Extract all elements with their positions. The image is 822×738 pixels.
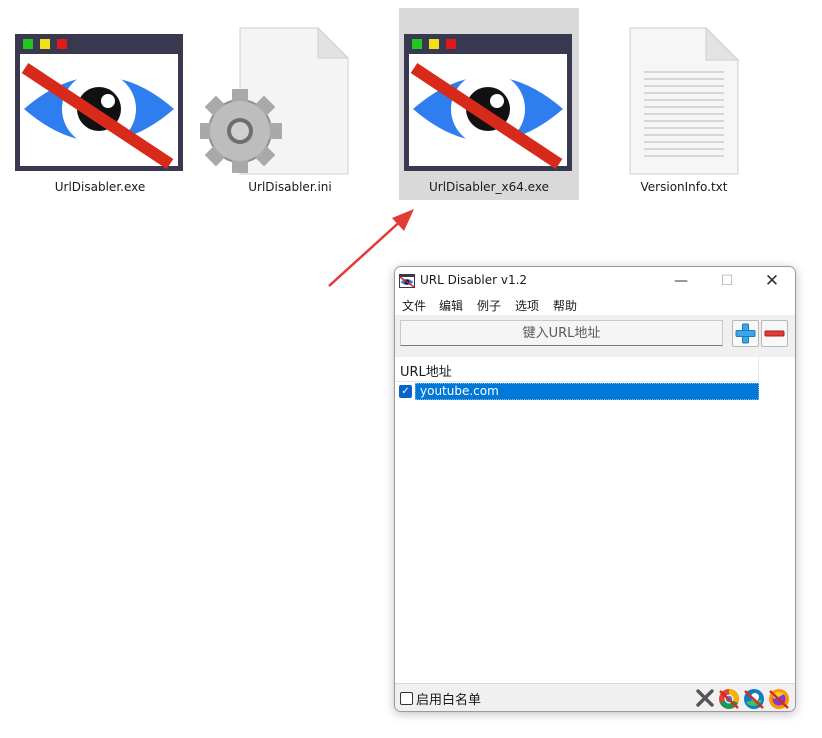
list-item[interactable]: ✓ youtube.com	[399, 383, 759, 400]
url-enabled-checkbox[interactable]: ✓	[399, 385, 412, 398]
whitelist-checkbox[interactable]	[400, 692, 413, 705]
column-header-url[interactable]: URL地址	[400, 361, 452, 380]
status-bar: 启用白名单	[395, 683, 795, 711]
menu-edit[interactable]: 编辑	[439, 297, 463, 314]
url-list[interactable]: URL地址 ✓ youtube.com	[395, 357, 795, 683]
url-input-row	[395, 317, 795, 357]
chrome-disabled-icon[interactable]	[718, 688, 740, 710]
close-button[interactable]: ✕	[749, 267, 795, 295]
url-input[interactable]	[400, 320, 723, 346]
remove-url-button[interactable]	[761, 320, 788, 347]
add-url-button[interactable]	[732, 320, 759, 347]
app-icon	[399, 274, 415, 288]
header-divider	[395, 381, 759, 382]
maximize-button[interactable]: ☐	[704, 267, 750, 295]
menu-examples[interactable]: 例子	[477, 297, 501, 314]
url-disabler-window: URL Disabler v1.2 — ☐ ✕ 文件 编辑 例子 选项 帮助 U…	[394, 266, 796, 712]
menu-options[interactable]: 选项	[515, 297, 539, 314]
url-cell[interactable]: youtube.com	[415, 383, 759, 400]
window-title: URL Disabler v1.2	[420, 273, 528, 287]
column-divider	[758, 357, 759, 381]
close-x-icon[interactable]	[695, 688, 715, 708]
whitelist-label[interactable]: 启用白名单	[416, 689, 481, 708]
firefox-disabled-icon[interactable]	[768, 688, 790, 710]
plus-icon	[735, 323, 756, 344]
minus-icon	[764, 330, 785, 337]
menu-bar: 文件 编辑 例子 选项 帮助	[395, 295, 795, 315]
edge-disabled-icon[interactable]	[743, 688, 765, 710]
menu-help[interactable]: 帮助	[553, 297, 577, 314]
minimize-button[interactable]: —	[658, 267, 704, 295]
title-bar[interactable]: URL Disabler v1.2 — ☐ ✕	[395, 267, 795, 295]
menu-file[interactable]: 文件	[402, 297, 426, 314]
